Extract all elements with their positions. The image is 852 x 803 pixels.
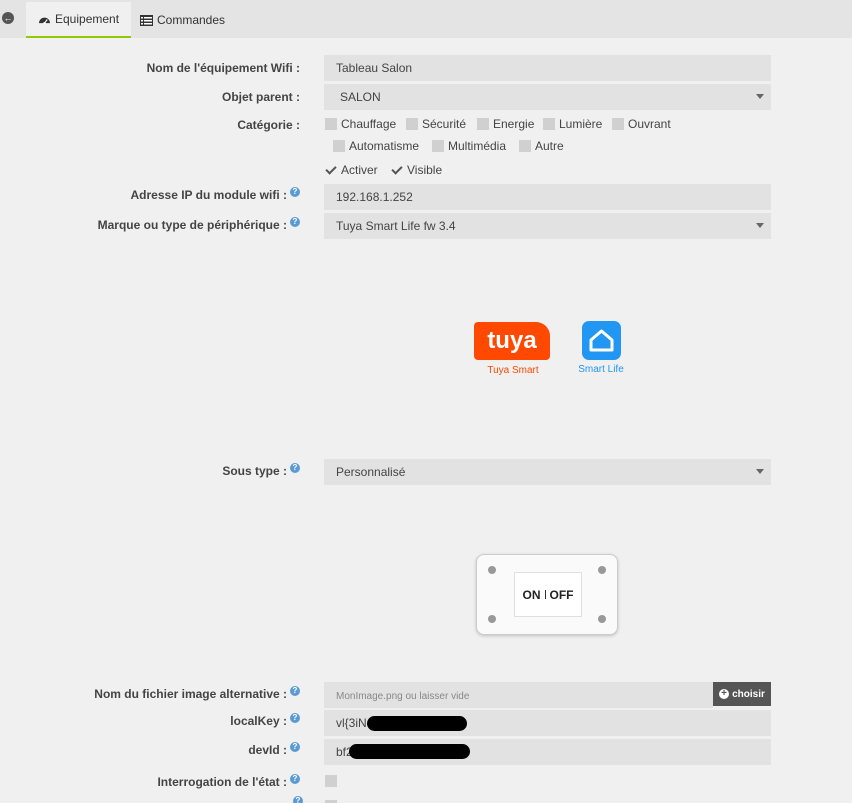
off-label: OFF [549, 587, 574, 602]
screw-icon [488, 615, 496, 623]
interrogation-checkbox[interactable] [325, 775, 337, 787]
category-label: Multimédia [448, 139, 507, 153]
screw-icon [598, 566, 606, 574]
interrogation-label: Interrogation de l'état :? [157, 774, 300, 789]
tab-commandes-label: Commandes [157, 13, 226, 27]
tab-commandes[interactable]: Commandes [128, 2, 237, 38]
list-icon [140, 14, 153, 26]
checkbox[interactable] [612, 118, 624, 130]
tab-equipement[interactable]: Equipement [26, 2, 132, 38]
visible-checkbox[interactable]: Visible [391, 163, 442, 177]
soustype-label-text: Sous type : [222, 464, 287, 478]
help-icon[interactable]: ? [290, 713, 300, 723]
smart-life-logo: Smart Life [576, 321, 626, 375]
category-multimedia[interactable]: Multimédia [432, 139, 506, 153]
category-securite[interactable]: Sécurité [406, 117, 466, 131]
screw-icon [488, 566, 496, 574]
ip-label: Adresse IP du module wifi :? [131, 187, 300, 202]
image-placeholder: MonImage.png ou laisser vide [336, 691, 470, 702]
category-energie[interactable]: Energie [477, 117, 534, 131]
image-input[interactable]: MonImage.png ou laisser vide [324, 682, 713, 708]
tuya-smart-logo: tuya Tuya Smart [474, 322, 552, 376]
plus-circle-icon: + [719, 689, 730, 699]
switch-button: ON OFF [514, 572, 582, 617]
home-icon [581, 321, 621, 360]
category-lumiere[interactable]: Lumière [543, 117, 602, 131]
marque-label-text: Marque ou type de périphérique : [97, 218, 287, 232]
screw-icon [598, 615, 606, 623]
ip-label-text: Adresse IP du module wifi : [130, 188, 287, 202]
visible-label: Visible [407, 163, 443, 177]
parent-label: Objet parent : [221, 90, 300, 104]
choisir-button[interactable]: + choisir [713, 682, 771, 706]
interrogation-label-text: Interrogation de l'état : [157, 775, 287, 789]
category-label: Sécurité [422, 117, 467, 131]
category-autre[interactable]: Autre [519, 139, 564, 153]
category-label: Chauffage [341, 117, 397, 131]
dashboard-icon [39, 17, 50, 24]
parent-select[interactable]: SALON [324, 84, 771, 110]
category-ouvrant[interactable]: Ouvrant [612, 117, 671, 131]
tuya-caption: Tuya Smart [487, 365, 539, 376]
category-label: Automatisme [349, 139, 420, 153]
checkbox[interactable] [325, 118, 337, 130]
divider [544, 590, 546, 599]
devid-label: devId :? [248, 742, 300, 757]
category-automatisme[interactable]: Automatisme [333, 139, 419, 153]
help-icon[interactable]: ? [290, 463, 300, 473]
redaction-mark [367, 716, 467, 731]
tab-equipement-label: Equipement [55, 12, 120, 26]
smartlife-caption: Smart Life [578, 364, 624, 375]
localkey-label-text: localKey : [230, 714, 287, 728]
tuya-wordmark: tuya [487, 327, 537, 354]
back-arrow-icon[interactable]: ← [2, 12, 14, 24]
checkbox[interactable] [406, 118, 418, 130]
switch-device-image: ON OFF [476, 554, 618, 635]
checkbox[interactable] [432, 140, 444, 152]
soustype-label: Sous type :? [222, 463, 300, 478]
marque-label: Marque ou type de périphérique :? [98, 217, 300, 232]
help-icon[interactable]: ? [290, 742, 300, 752]
help-icon[interactable]: ? [293, 796, 303, 803]
nom-field[interactable]: Tableau Salon [324, 55, 771, 81]
category-label: Ouvrant [628, 117, 671, 131]
tab-bar: ← Equipement Commandes [0, 0, 852, 38]
activer-checkbox[interactable]: Activer [325, 163, 378, 177]
marque-select[interactable]: Tuya Smart Life fw 3.4 [324, 213, 771, 239]
help-icon[interactable]: ? [290, 187, 300, 197]
choisir-label: choisir [732, 688, 765, 700]
category-label: Energie [493, 117, 535, 131]
redaction-mark [349, 744, 470, 759]
ip-field[interactable]: 192.168.1.252 [324, 184, 771, 210]
activer-label: Activer [341, 163, 378, 177]
devid-label-text: devId : [248, 743, 287, 757]
categorie-label: Catégorie : [237, 118, 300, 132]
help-icon[interactable]: ? [290, 217, 300, 227]
on-label: ON [522, 587, 541, 602]
nom-label: Nom de l'équipement Wifi : [146, 61, 300, 75]
checkbox[interactable] [333, 140, 345, 152]
checkbox[interactable] [477, 118, 489, 130]
check-icon [391, 164, 403, 176]
help-icon[interactable]: ? [290, 686, 300, 696]
check-icon [325, 164, 337, 176]
checkbox[interactable] [519, 140, 531, 152]
localkey-label: localKey :? [230, 713, 300, 728]
tuya-logo-badge: tuya [474, 322, 550, 360]
category-label: Autre [535, 139, 564, 153]
soustype-select[interactable]: Personnalisé [324, 459, 771, 485]
category-chauffage[interactable]: Chauffage [325, 117, 396, 131]
category-label: Lumière [559, 117, 603, 131]
image-label: Nom du fichier image alternative :? [94, 686, 300, 701]
help-icon[interactable]: ? [290, 774, 300, 784]
checkbox[interactable] [543, 118, 555, 130]
image-label-text: Nom du fichier image alternative : [94, 687, 287, 701]
